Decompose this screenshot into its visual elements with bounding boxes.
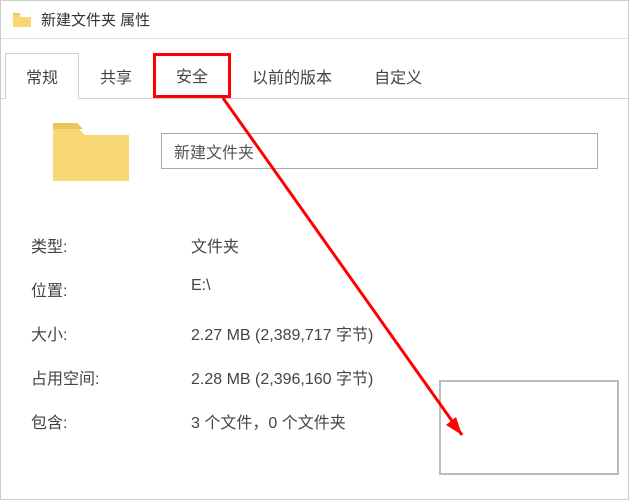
type-value: 文件夹 [191,233,598,257]
folder-name-input[interactable] [161,133,598,169]
size-label: 大小: [31,321,191,345]
titlebar: 新建文件夹 属性 [1,1,628,39]
disk-size-value: 2.28 MB (2,396,160 字节) [191,365,598,389]
window-title: 新建文件夹 属性 [41,9,150,30]
tab-sharing[interactable]: 共享 [79,53,153,98]
contains-value: 3 个文件，0 个文件夹 [191,409,598,433]
folder-header [31,119,598,183]
location-value: E:\ [191,277,598,301]
disk-size-label: 占用空间: [31,365,191,389]
content-area: 类型: 文件夹 位置: E:\ 大小: 2.27 MB (2,389,717 字… [1,99,628,463]
row-disk-size: 占用空间: 2.28 MB (2,396,160 字节) [31,355,598,399]
row-contains: 包含: 3 个文件，0 个文件夹 [31,399,598,443]
size-value: 2.27 MB (2,389,717 字节) [191,321,598,345]
tabs-container: 常规 共享 安全 以前的版本 自定义 [1,39,628,99]
tab-previous-versions[interactable]: 以前的版本 [231,53,353,98]
properties-window: 新建文件夹 属性 常规 共享 安全 以前的版本 自定义 类型: 文件夹 位置: … [0,0,629,500]
folder-icon-large [51,119,131,183]
contains-label: 包含: [31,409,191,433]
row-type: 类型: 文件夹 [31,223,598,267]
type-label: 类型: [31,233,191,257]
tab-customize[interactable]: 自定义 [353,53,443,98]
location-label: 位置: [31,277,191,301]
tab-general[interactable]: 常规 [5,53,79,99]
row-size: 大小: 2.27 MB (2,389,717 字节) [31,311,598,355]
row-location: 位置: E:\ [31,267,598,311]
folder-icon [13,13,31,27]
tab-security[interactable]: 安全 [153,53,231,98]
